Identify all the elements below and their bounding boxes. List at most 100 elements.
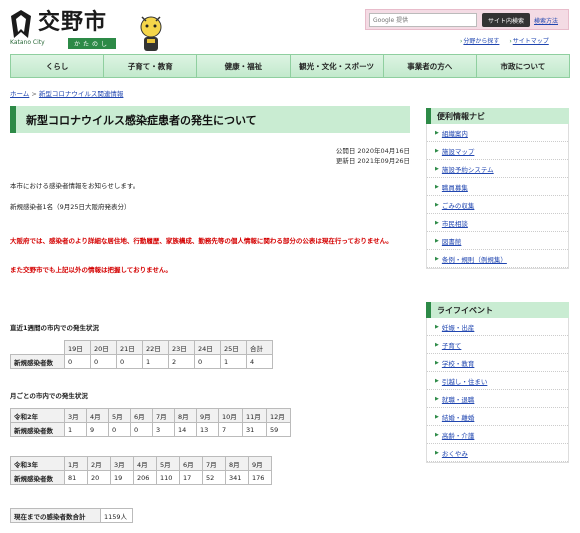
page-dates: 公開日 2020年04月16日 更新日 2021年09月26日	[336, 146, 410, 166]
published-date: 公開日 2020年04月16日	[335, 147, 410, 155]
nav-shisei[interactable]: 市政について	[476, 55, 570, 77]
table-cell: 13	[196, 422, 219, 437]
privacy-notice: 大阪府では、感染者のより詳細な居住地、行動履歴、家族構成、勤務先等の個人情報に関…	[10, 237, 393, 245]
sidebar-item-label: ごみの収集	[441, 201, 475, 210]
header-sub-links: ›分野から探す ›サイトマップ	[460, 36, 557, 45]
sitemap-link[interactable]: サイトマップ	[513, 38, 549, 45]
table-header-cell	[10, 340, 65, 355]
total-value: 1159人	[100, 508, 133, 523]
table-header-cell: 20日	[90, 340, 117, 355]
sidebar-item-organization[interactable]: ▶ 組織案内	[427, 124, 568, 142]
table-header-cell: 5月	[156, 456, 180, 471]
sidebar-item-library[interactable]: ▶ 図書館	[427, 232, 568, 250]
sidebar-item-employment[interactable]: ▶ 就職・退職	[427, 390, 568, 408]
sidebar-item-label: 就職・退職	[441, 395, 475, 404]
arrow-icon: ›	[509, 38, 512, 45]
table-header-cell: 4月	[86, 408, 109, 423]
main-content: 新型コロナウイルス感染症患者の発生について 公開日 2020年04月16日 更新…	[10, 106, 410, 523]
sidebar-item-label: 結婚・離婚	[441, 413, 475, 422]
sidebar-item-facility-map[interactable]: ▶ 施設マップ	[427, 142, 568, 160]
breadcrumb-separator: >	[29, 90, 39, 98]
weekly-table: 19日 20日 21日 22日 23日 24日 25日 合計 新規感染者数 0 …	[10, 340, 273, 369]
site-header: 交野市 Katano City かたのし サイト内検索 検索方法 › 分野から探す…	[0, 0, 580, 52]
table-row: 新規感染者数 81 20 19 206 110 17 52 341 176	[10, 470, 272, 485]
triangle-right-icon: ▶	[435, 341, 439, 348]
nav-jigyosha[interactable]: 事業者の方へ	[383, 55, 477, 77]
table-header-cell: 9月	[196, 408, 219, 423]
triangle-right-icon: ▶	[435, 165, 439, 172]
triangle-right-icon: ▶	[435, 413, 439, 420]
sidebar-item-garbage[interactable]: ▶ ごみの収集	[427, 196, 568, 214]
sidebar-item-label: おくやみ	[441, 449, 468, 458]
table-row: 令和3年 1月 2月 3月 4月 5月 6月 7月 8月 9月	[10, 456, 272, 471]
table-cell: 9	[86, 422, 109, 437]
sidebar-item-facility-reservation[interactable]: ▶ 施設予約システム	[427, 160, 568, 178]
sidebar-item-label: 市民相談	[441, 219, 468, 228]
logo-english: Katano City	[10, 39, 45, 46]
table-header-cell: 10月	[218, 408, 243, 423]
nav-kosodate[interactable]: 子育て・教育	[104, 55, 198, 77]
table-header-cell: 12月	[266, 408, 291, 423]
table-cell: 20	[87, 470, 111, 485]
table-cell: 0	[194, 354, 221, 369]
triangle-right-icon: ▶	[435, 183, 439, 190]
table-header-cell: 21日	[116, 340, 143, 355]
city-emblem-icon	[11, 10, 31, 38]
sidebar-item-elderly[interactable]: ▶ 高齢・介護	[427, 426, 568, 444]
sidebar-item-school[interactable]: ▶ 学校・教育	[427, 354, 568, 372]
table-header-cell: 22日	[142, 340, 169, 355]
triangle-right-icon: ▶	[435, 395, 439, 402]
triangle-right-icon: ▶	[435, 237, 439, 244]
table-header-cell: 8月	[225, 456, 249, 471]
table-header-cell: 24日	[194, 340, 221, 355]
intro-text: 本市における感染者情報をお知らせします。	[10, 182, 140, 190]
sidebar-item-moving[interactable]: ▶ 引越し・住まい	[427, 372, 568, 390]
sidebar-item-label: 子育て	[441, 341, 462, 350]
table-header-cell: 2月	[87, 456, 111, 471]
table-cell: 2	[168, 354, 195, 369]
table-cell: 31	[242, 422, 267, 437]
table-cell: 59	[266, 422, 291, 437]
site-logo[interactable]: 交野市 Katano City かたのし	[8, 8, 162, 51]
table-header-cell: 令和2年	[10, 408, 65, 423]
field-search-link[interactable]: 分野から探す	[463, 38, 499, 45]
table-cell: 1	[64, 422, 87, 437]
nav-kanko[interactable]: 観光・文化・スポーツ	[290, 55, 384, 77]
sidebar-item-label: 施設予約システム	[441, 165, 494, 174]
sidebar-item-label: 図書館	[441, 237, 462, 246]
sidebar-life-events: ライフイベント ▶ 妊娠・出産 ▶ 子育て ▶ 学校・教育 ▶ 引越し・住まい ▶ 就職・…	[426, 302, 569, 463]
breadcrumb-current[interactable]: 新型コロナウイルス関連情報	[39, 90, 124, 98]
search-help-link[interactable]: 検索方法	[534, 16, 558, 25]
logo-name: 交野市	[38, 10, 108, 35]
table-header-cell: 合計	[246, 340, 273, 355]
sidebar-item-pregnancy[interactable]: ▶ 妊娠・出産	[427, 318, 568, 336]
table-cell: 17	[179, 470, 203, 485]
sidebar-item-condolence[interactable]: ▶ おくやみ	[427, 444, 568, 462]
sidebar-item-recruitment[interactable]: ▶ 職員募集	[427, 178, 568, 196]
search-button[interactable]: サイト内検索	[482, 13, 530, 27]
sidebar-life-list: ▶ 妊娠・出産 ▶ 子育て ▶ 学校・教育 ▶ 引越し・住まい ▶ 就職・退職 ▶ 結婚・離…	[426, 318, 569, 463]
site-search: サイト内検索 検索方法	[365, 9, 569, 30]
total-table: 現在までの感染者数合計 1159人	[10, 508, 133, 523]
table-cell: 1	[220, 354, 247, 369]
search-input[interactable]	[369, 13, 477, 27]
sidebar-item-childcare[interactable]: ▶ 子育て	[427, 336, 568, 354]
table-cell: 110	[156, 470, 180, 485]
triangle-right-icon: ▶	[435, 431, 439, 438]
table-cell: 19	[110, 470, 134, 485]
table-row: 19日 20日 21日 22日 23日 24日 25日 合計	[10, 340, 273, 355]
breadcrumb-home[interactable]: ホーム	[10, 90, 29, 98]
table-cell: 206	[133, 470, 157, 485]
nav-kurashi[interactable]: くらし	[11, 55, 105, 77]
total-label: 現在までの感染者数合計	[10, 508, 101, 523]
sidebar-item-marriage[interactable]: ▶ 結婚・離婚	[427, 408, 568, 426]
sidebar-item-label: 引越し・住まい	[441, 377, 488, 386]
table-header-cell: 9月	[248, 456, 272, 471]
sidebar-item-label: 妊娠・出産	[441, 323, 475, 332]
nav-kenko[interactable]: 健康・福祉	[197, 55, 291, 77]
sidebar-item-consultation[interactable]: ▶ 市民相談	[427, 214, 568, 232]
table-header-cell: 3月	[110, 456, 134, 471]
r2-table: 令和2年 3月 4月 5月 6月 7月 8月 9月 10月 11月 12月 新規…	[10, 408, 291, 437]
table-header-cell: 23日	[168, 340, 195, 355]
sidebar-item-regulations[interactable]: ▶ 条例・規則（例規集）	[427, 250, 568, 268]
